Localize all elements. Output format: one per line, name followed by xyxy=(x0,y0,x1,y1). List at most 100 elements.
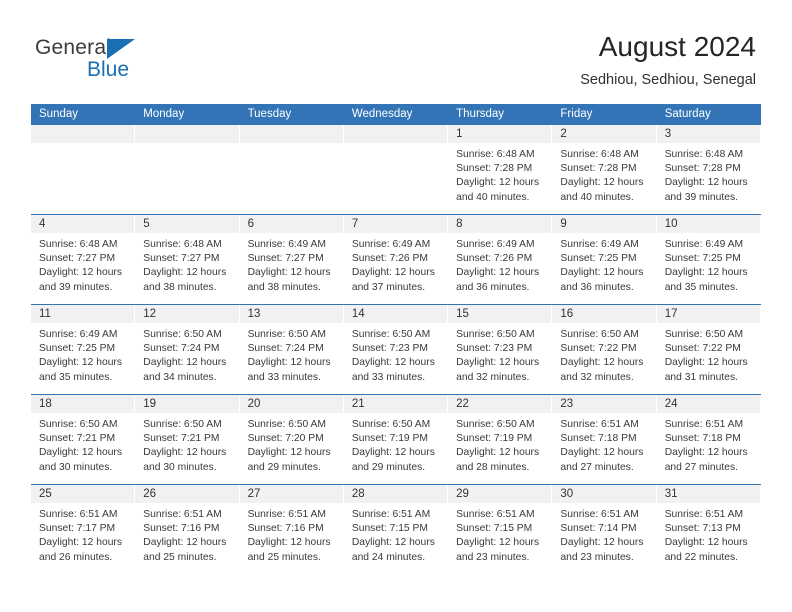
calendar-day-cell[interactable]: 7 Sunrise: 6:49 AM Sunset: 7:26 PM Daylight… xyxy=(343,215,449,304)
weekday-header-thursday: Thursday xyxy=(456,108,505,120)
calendar-day-cell[interactable]: 5 Sunrise: 6:48 AM Sunset: 7:27 PM Daylight… xyxy=(135,215,240,304)
day-details: Sunrise: 6:50 AM Sunset: 7:22 PM Daylight:… xyxy=(552,323,656,385)
sunset-time: Sunset: 7:25 PM xyxy=(39,343,116,355)
calendar-day-cell[interactable]: 6 Sunrise: 6:49 AM Sunset: 7:27 PM Daylight… xyxy=(239,215,344,304)
calendar-day-cell[interactable]: 17 Sunrise: 6:50 AM Sunset: 7:22 PM Dayligh… xyxy=(656,305,761,394)
sunrise-time: Sunrise: 6:49 AM xyxy=(664,239,744,250)
day-number-band: 21 xyxy=(343,395,449,413)
calendar-day-cell[interactable]: 13 Sunrise: 6:50 AM Sunset: 7:24 PM Dayligh… xyxy=(239,305,344,394)
day-number: 15 xyxy=(456,308,469,320)
calendar-day-cell[interactable]: 9 Sunrise: 6:49 AM Sunset: 7:25 PM Daylight… xyxy=(552,215,657,304)
day-details: Sunrise: 6:50 AM Sunset: 7:21 PM Daylight:… xyxy=(135,413,239,475)
day-number: 18 xyxy=(39,398,52,410)
daylight-duration: Daylight: 12 hours and 39 minutes. xyxy=(39,267,122,293)
calendar-day-cell[interactable]: 11 Sunrise: 6:49 AM Sunset: 7:25 PM Dayligh… xyxy=(31,305,136,394)
day-number: 5 xyxy=(143,218,150,230)
day-details: Sunrise: 6:50 AM Sunset: 7:19 PM Daylight:… xyxy=(448,413,552,475)
title-block: August 2024 Sedhiou, Sedhiou, Senegal xyxy=(580,30,756,90)
daylight-duration: Daylight: 12 hours and 27 minutes. xyxy=(664,447,748,473)
day-number: 7 xyxy=(351,218,359,230)
sunset-time: Sunset: 7:27 PM xyxy=(39,253,116,265)
day-details: Sunrise: 6:51 AM Sunset: 7:18 PM Daylight:… xyxy=(552,413,656,475)
calendar-day-cell[interactable]: 29 Sunrise: 6:51 AM Sunset: 7:15 PM Dayligh… xyxy=(448,485,553,574)
day-number: 23 xyxy=(560,398,574,410)
daylight-duration: Daylight: 12 hours and 25 minutes. xyxy=(247,537,331,563)
daylight-duration: Daylight: 12 hours and 37 minutes. xyxy=(351,267,435,293)
day-number-band: 13 xyxy=(239,305,344,323)
sunrise-time: Sunrise: 6:49 AM xyxy=(39,329,118,340)
sunset-time: Sunset: 7:26 PM xyxy=(351,253,428,265)
sunset-time: Sunset: 7:21 PM xyxy=(39,433,116,445)
calendar-week-row: 25 Sunrise: 6:51 AM Sunset: 7:17 PM Dayligh… xyxy=(31,484,761,574)
calendar-day-cell[interactable]: 3 Sunrise: 6:48 AM Sunset: 7:28 PM Daylight… xyxy=(656,125,761,214)
day-details: Sunrise: 6:48 AM Sunset: 7:28 PM Daylight:… xyxy=(448,143,552,205)
calendar-day-cell[interactable]: 20 Sunrise: 6:50 AM Sunset: 7:20 PM Dayligh… xyxy=(239,395,344,484)
day-number-band: 11 xyxy=(31,305,136,323)
day-number: 27 xyxy=(247,488,261,500)
calendar-day-cell[interactable]: 4 Sunrise: 6:48 AM Sunset: 7:27 PM Daylight… xyxy=(31,215,136,304)
weekday-header-saturday: Saturday xyxy=(664,108,711,120)
day-details: Sunrise: 6:51 AM Sunset: 7:18 PM Daylight:… xyxy=(657,413,761,475)
calendar-day-cell[interactable]: 12 Sunrise: 6:50 AM Sunset: 7:24 PM Dayligh… xyxy=(135,305,240,394)
calendar-day-cell[interactable]: 22 Sunrise: 6:50 AM Sunset: 7:19 PM Dayligh… xyxy=(448,395,553,484)
sunset-time: Sunset: 7:27 PM xyxy=(247,253,324,265)
calendar-day-cell[interactable]: 10 Sunrise: 6:49 AM Sunset: 7:25 PM Dayligh… xyxy=(656,215,761,304)
day-details: Sunrise: 6:48 AM Sunset: 7:28 PM Daylight:… xyxy=(657,143,761,205)
calendar-day-cell[interactable]: 31 Sunrise: 6:51 AM Sunset: 7:13 PM Dayligh… xyxy=(656,485,761,574)
daylight-duration: Daylight: 12 hours and 27 minutes. xyxy=(560,447,644,473)
sunrise-time: Sunrise: 6:49 AM xyxy=(560,239,639,250)
day-number-band: 20 xyxy=(239,395,344,413)
day-number-band: 15 xyxy=(448,305,553,323)
sunrise-time: Sunrise: 6:49 AM xyxy=(456,239,535,250)
day-details: Sunrise: 6:51 AM Sunset: 7:14 PM Daylight:… xyxy=(552,503,656,565)
calendar-day-cell[interactable]: 30 Sunrise: 6:51 AM Sunset: 7:14 PM Dayligh… xyxy=(552,485,657,574)
sunset-time: Sunset: 7:26 PM xyxy=(456,253,533,265)
sunset-time: Sunset: 7:16 PM xyxy=(143,523,220,535)
sunset-time: Sunset: 7:15 PM xyxy=(351,523,428,535)
calendar-day-cell[interactable]: 19 Sunrise: 6:50 AM Sunset: 7:21 PM Dayligh… xyxy=(135,395,240,484)
day-number: 24 xyxy=(664,398,678,410)
day-number-band: 3 xyxy=(656,125,761,143)
day-details: Sunrise: 6:48 AM Sunset: 7:27 PM Daylight:… xyxy=(135,233,239,295)
calendar-day-cell[interactable]: 1 Sunrise: 6:48 AM Sunset: 7:28 PM Daylight… xyxy=(448,125,553,214)
calendar-day-cell[interactable]: 28 Sunrise: 6:51 AM Sunset: 7:15 PM Dayligh… xyxy=(343,485,449,574)
daylight-duration: Daylight: 12 hours and 35 minutes. xyxy=(39,357,122,383)
brand-logo[interactable]: General Blue xyxy=(35,36,265,92)
calendar-day-cell[interactable]: 15 Sunrise: 6:50 AM Sunset: 7:23 PM Dayligh… xyxy=(448,305,553,394)
calendar-day-cell[interactable]: 24 Sunrise: 6:51 AM Sunset: 7:18 PM Dayligh… xyxy=(656,395,761,484)
day-details: Sunrise: 6:51 AM Sunset: 7:16 PM Daylight:… xyxy=(240,503,344,565)
calendar-day-cell[interactable]: 14 Sunrise: 6:50 AM Sunset: 7:23 PM Dayligh… xyxy=(343,305,449,394)
calendar-day-cell[interactable]: 2 Sunrise: 6:48 AM Sunset: 7:28 PM Daylight… xyxy=(552,125,657,214)
day-number-band: 7 xyxy=(343,215,449,233)
daylight-duration: Daylight: 12 hours and 40 minutes. xyxy=(560,177,644,203)
brand-name-blue: Blue xyxy=(87,58,130,81)
day-details: Sunrise: 6:50 AM Sunset: 7:23 PM Daylight:… xyxy=(344,323,448,385)
sunrise-time: Sunrise: 6:51 AM xyxy=(560,509,639,520)
day-number: 9 xyxy=(560,218,567,230)
sunrise-time: Sunrise: 6:50 AM xyxy=(351,419,431,430)
daylight-duration: Daylight: 12 hours and 31 minutes. xyxy=(664,357,748,383)
calendar-day-cell[interactable]: 18 Sunrise: 6:50 AM Sunset: 7:21 PM Dayligh… xyxy=(31,395,136,484)
day-number-band: 29 xyxy=(448,485,553,503)
sunrise-time: Sunrise: 6:50 AM xyxy=(664,329,744,340)
weekday-header-wednesday: Wednesday xyxy=(351,108,413,120)
calendar-day-cell[interactable]: 16 Sunrise: 6:50 AM Sunset: 7:22 PM Dayligh… xyxy=(552,305,657,394)
calendar-day-cell[interactable]: 8 Sunrise: 6:49 AM Sunset: 7:26 PM Daylight… xyxy=(448,215,553,304)
day-number-band: 26 xyxy=(135,485,240,503)
sunrise-time: Sunrise: 6:49 AM xyxy=(247,239,326,250)
daylight-duration: Daylight: 12 hours and 29 minutes. xyxy=(351,447,435,473)
calendar-day-cell-empty xyxy=(239,125,344,214)
day-details: Sunrise: 6:51 AM Sunset: 7:15 PM Daylight:… xyxy=(344,503,448,565)
sunrise-time: Sunrise: 6:51 AM xyxy=(664,419,744,430)
day-number-band: 23 xyxy=(552,395,657,413)
calendar-day-cell[interactable]: 26 Sunrise: 6:51 AM Sunset: 7:16 PM Dayligh… xyxy=(135,485,240,574)
sunrise-time: Sunrise: 6:48 AM xyxy=(560,149,639,160)
day-number: 16 xyxy=(560,308,574,320)
day-number-band: 27 xyxy=(239,485,344,503)
calendar-day-cell[interactable]: 25 Sunrise: 6:51 AM Sunset: 7:17 PM Dayligh… xyxy=(31,485,136,574)
calendar-day-cell[interactable]: 21 Sunrise: 6:50 AM Sunset: 7:19 PM Dayligh… xyxy=(343,395,449,484)
day-details: Sunrise: 6:50 AM Sunset: 7:24 PM Daylight:… xyxy=(240,323,344,385)
calendar-day-cell[interactable]: 23 Sunrise: 6:51 AM Sunset: 7:18 PM Dayligh… xyxy=(552,395,657,484)
calendar-day-cell[interactable]: 27 Sunrise: 6:51 AM Sunset: 7:16 PM Dayligh… xyxy=(239,485,344,574)
sunrise-time: Sunrise: 6:51 AM xyxy=(664,509,744,520)
